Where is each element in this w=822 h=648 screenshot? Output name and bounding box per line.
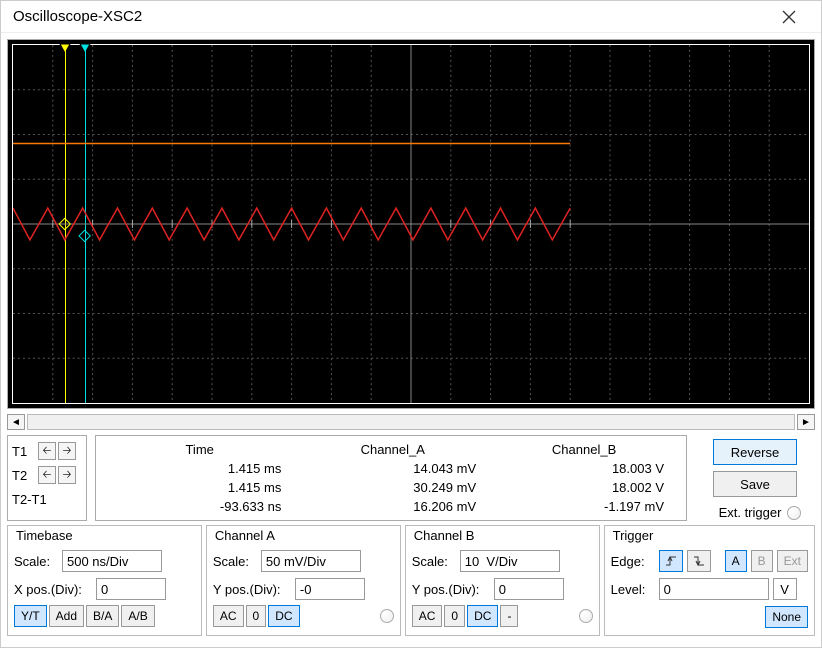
- cha-scale-label: Scale:: [213, 554, 257, 569]
- xpos-label: X pos.(Div):: [14, 582, 92, 597]
- table-row: 1.415 ms 14.043 mV 18.003 V: [104, 459, 678, 478]
- table-row: 1.415 ms 30.249 mV 18.002 V: [104, 478, 678, 497]
- cha-zero-button[interactable]: 0: [246, 605, 267, 627]
- timebase-title: Timebase: [14, 528, 195, 543]
- channel-a-title: Channel A: [213, 528, 394, 543]
- timebase-scale-input[interactable]: [62, 550, 162, 572]
- trigger-panel: Trigger Edge: A B Ext Level: V None: [604, 525, 815, 636]
- trigger-level-input[interactable]: [659, 578, 769, 600]
- t2-left-button[interactable]: 🡠: [38, 466, 56, 484]
- cha-scale-input[interactable]: [261, 550, 361, 572]
- t2-t1-label: T2-T1: [12, 492, 62, 507]
- save-button[interactable]: Save: [713, 471, 797, 497]
- cha-ypos-input[interactable]: [295, 578, 365, 600]
- chb-ac-button[interactable]: AC: [412, 605, 443, 627]
- col-time: Time: [104, 440, 295, 459]
- scroll-left-button[interactable]: ◄: [7, 414, 25, 430]
- cha-ypos-label: Y pos.(Div):: [213, 582, 291, 597]
- mid-panel: T1 🡠 🡢 T2 🡠 🡢 T2-T1 Time Channel_A Chann…: [1, 435, 821, 525]
- traces: [13, 45, 809, 403]
- trigger-src-ext-button[interactable]: Ext: [777, 550, 808, 572]
- scroll-track[interactable]: [27, 414, 795, 430]
- t2-right-button[interactable]: 🡢: [58, 466, 76, 484]
- cha-led: [380, 609, 394, 623]
- timebase-panel: Timebase Scale: X pos.(Div): Y/T Add B/A…: [7, 525, 202, 636]
- col-cha: Channel_A: [295, 440, 490, 459]
- scroll-right-button[interactable]: ►: [797, 414, 815, 430]
- ab-mode-button[interactable]: A/B: [121, 605, 154, 627]
- scope-wrap: [1, 33, 821, 411]
- t2-label: T2: [12, 468, 36, 483]
- cha-ac-button[interactable]: AC: [213, 605, 244, 627]
- trigger-src-b-button[interactable]: B: [751, 550, 773, 572]
- t1-right-button[interactable]: 🡢: [58, 442, 76, 460]
- timebase-scale-label: Scale:: [14, 554, 58, 569]
- reverse-button[interactable]: Reverse: [713, 439, 797, 465]
- t1-label: T1: [12, 444, 36, 459]
- chb-ypos-input[interactable]: [494, 578, 564, 600]
- yt-mode-button[interactable]: Y/T: [14, 605, 47, 627]
- channel-a-panel: Channel A Scale: Y pos.(Div): AC 0 DC: [206, 525, 401, 636]
- table-row: -93.633 ns 16.206 mV -1.197 mV: [104, 497, 678, 516]
- button-column: Reverse Save Ext. trigger: [695, 435, 815, 521]
- measurement-table: Time Channel_A Channel_B 1.415 ms 14.043…: [95, 435, 687, 521]
- chb-scale-label: Scale:: [412, 554, 456, 569]
- chb-invert-button[interactable]: -: [500, 605, 518, 627]
- trace-cha: [13, 208, 570, 240]
- rising-edge-button[interactable]: [659, 550, 683, 572]
- ext-trigger-label: Ext. trigger: [719, 505, 782, 520]
- chb-scale-input[interactable]: [460, 550, 560, 572]
- trigger-title: Trigger: [611, 528, 808, 543]
- chb-led: [579, 609, 593, 623]
- ext-trigger-led: [787, 506, 801, 520]
- channel-b-title: Channel B: [412, 528, 593, 543]
- window-title: Oscilloscope-XSC2: [13, 8, 769, 25]
- close-button[interactable]: [769, 1, 809, 33]
- bottom-panels: Timebase Scale: X pos.(Div): Y/T Add B/A…: [1, 525, 821, 642]
- add-mode-button[interactable]: Add: [49, 605, 84, 627]
- timebase-scrollbar[interactable]: ◄ ►: [7, 413, 815, 431]
- cha-dc-button[interactable]: DC: [268, 605, 299, 627]
- chb-dc-button[interactable]: DC: [467, 605, 498, 627]
- cursors-box: T1 🡠 🡢 T2 🡠 🡢 T2-T1: [7, 435, 87, 521]
- trigger-src-a-button[interactable]: A: [725, 550, 747, 572]
- col-chb: Channel_B: [490, 440, 678, 459]
- ba-mode-button[interactable]: B/A: [86, 605, 119, 627]
- scope-display[interactable]: [12, 44, 810, 404]
- falling-edge-icon: [693, 555, 705, 567]
- falling-edge-button[interactable]: [687, 550, 711, 572]
- edge-label: Edge:: [611, 554, 655, 569]
- level-label: Level:: [611, 582, 655, 597]
- trigger-mode-none-button[interactable]: None: [765, 606, 808, 628]
- chb-zero-button[interactable]: 0: [444, 605, 465, 627]
- close-icon: [782, 10, 796, 24]
- trigger-level-unit: V: [773, 578, 797, 600]
- scope-outer: [7, 39, 815, 409]
- t1-left-button[interactable]: 🡠: [38, 442, 56, 460]
- channel-b-panel: Channel B Scale: Y pos.(Div): AC 0 DC -: [405, 525, 600, 636]
- titlebar: Oscilloscope-XSC2: [1, 1, 821, 33]
- xpos-input[interactable]: [96, 578, 166, 600]
- rising-edge-icon: [665, 555, 677, 567]
- chb-ypos-label: Y pos.(Div):: [412, 582, 490, 597]
